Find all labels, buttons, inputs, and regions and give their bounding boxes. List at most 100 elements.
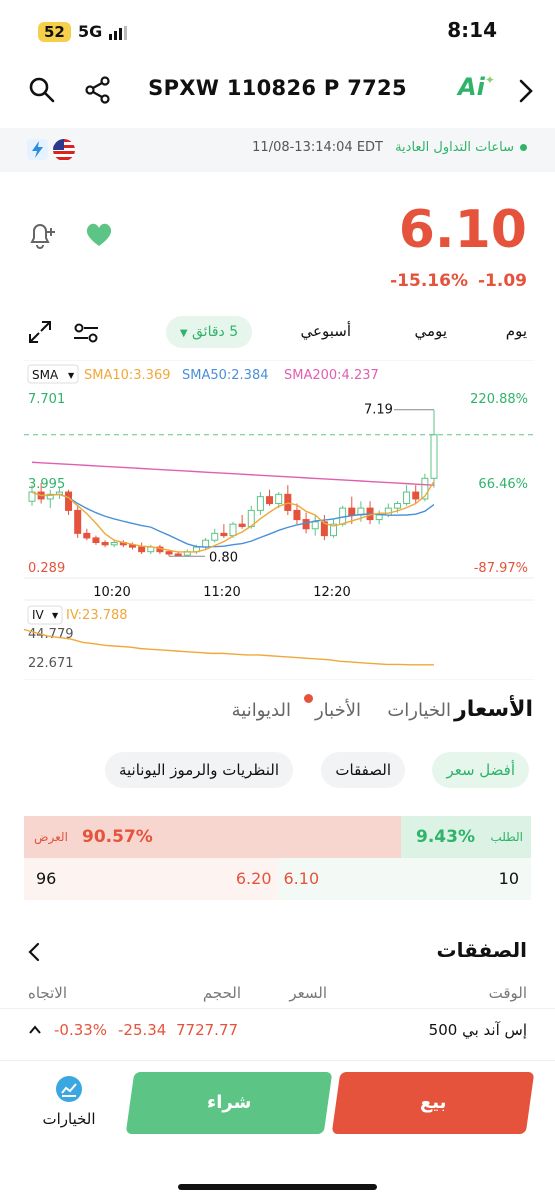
last-price: 6.10 xyxy=(398,200,527,260)
ticker-change: -25.34 xyxy=(118,1021,167,1039)
candles-group xyxy=(28,409,438,557)
iv-tick: 22.671 xyxy=(28,656,74,671)
chevron-up-icon[interactable] xyxy=(28,1025,42,1035)
order-book-bar: العرض 90.57% 9.43% الطلب xyxy=(24,816,531,858)
y-tick-right: 220.88% xyxy=(470,392,528,407)
sma-label: SMA xyxy=(32,368,59,382)
col-time: الوقت xyxy=(488,984,527,1002)
candle xyxy=(211,532,219,541)
bid-size: 10 xyxy=(498,869,519,888)
candle xyxy=(92,537,100,544)
ticker-name: إس آند بي 500 xyxy=(428,1021,527,1039)
add-alert-bell-icon[interactable] xyxy=(26,218,58,250)
chip-greeks[interactable]: النظريات والرموز اليونانية xyxy=(104,752,293,788)
ask-cell: 96 6.20 xyxy=(24,858,278,900)
sma10-value: SMA10:3.369 xyxy=(84,368,171,383)
change-pct: -15.16% xyxy=(390,271,468,291)
page-title: SPXW 110826 P 7725 xyxy=(148,76,407,100)
caret-down-icon: ▼ xyxy=(68,371,75,380)
clock: 8:14 xyxy=(447,18,497,42)
trades-section-title: الصفقات xyxy=(436,938,527,962)
fullscreen-icon[interactable] xyxy=(28,320,52,344)
session-dot xyxy=(520,144,527,151)
sma200-line xyxy=(31,461,435,486)
sell-button[interactable]: بيع xyxy=(331,1072,535,1134)
bid-bar: 9.43% الطلب xyxy=(401,816,531,858)
watchlist-heart-icon[interactable] xyxy=(84,220,114,248)
iv-label: IV xyxy=(32,608,45,622)
col-volume: الحجم xyxy=(202,984,241,1002)
candle xyxy=(348,507,356,516)
candle xyxy=(74,509,82,534)
tab-daily[interactable]: يومي xyxy=(415,322,447,340)
chart-settings-icon[interactable] xyxy=(72,320,100,346)
candle xyxy=(266,496,274,505)
chip-best-price[interactable]: أفضل سعر xyxy=(432,752,529,788)
iv-tick: 44.779 xyxy=(28,627,74,642)
index-ticker-row[interactable]: -0.33% -25.34 7727.77 إس آند بي 500 xyxy=(0,1008,555,1059)
tab-prices[interactable]: الأسعار xyxy=(454,697,533,722)
options-chart-icon xyxy=(56,1076,82,1102)
chevron-left-icon[interactable] xyxy=(26,942,42,962)
tab-day[interactable]: يوم xyxy=(506,322,527,340)
candle xyxy=(229,523,237,537)
options-label: الخيارات xyxy=(42,1110,96,1128)
ask-price[interactable]: 6.20 xyxy=(236,869,272,888)
col-price: السعر xyxy=(289,984,327,1002)
y-tick-right: 66.46% xyxy=(478,477,528,492)
tab-diwaniya[interactable]: الديوانية xyxy=(232,700,291,721)
ticker-change-pct: -0.33% xyxy=(54,1021,108,1039)
x-tick: 11:20 xyxy=(203,585,240,600)
candle xyxy=(165,551,173,555)
candle xyxy=(220,532,228,537)
candle xyxy=(393,503,401,509)
timeframe-dropdown[interactable]: 5 دقائق ▼ xyxy=(166,316,252,348)
candle xyxy=(275,493,283,505)
status-bar: 52 5G 8:14 xyxy=(0,0,555,60)
tab-options[interactable]: الخيارات xyxy=(387,700,451,721)
candle xyxy=(311,521,319,530)
ticker-value: 7727.77 xyxy=(176,1021,239,1039)
price-chart[interactable]: SMA ▼ SMA10:3.369 SMA50:2.384 SMA200:4.2… xyxy=(24,360,534,680)
network-type: 5G xyxy=(78,22,130,42)
candle xyxy=(101,542,109,546)
tab-weekly[interactable]: أسبوعي xyxy=(301,322,351,340)
caret-down-icon: ▼ xyxy=(52,611,59,620)
tab-news[interactable]: الأخبار xyxy=(315,700,361,721)
sma10-line xyxy=(31,481,435,553)
bid-price[interactable]: 6.10 xyxy=(284,869,320,888)
sma50-value: SMA50:2.384 xyxy=(182,368,269,383)
candle xyxy=(384,507,392,516)
buy-button[interactable]: شراء xyxy=(125,1072,333,1134)
ask-size: 96 xyxy=(36,869,57,888)
candle xyxy=(430,434,438,479)
lightning-icon xyxy=(27,139,48,160)
quote-timestamp: 11/08-13:14:04 EDT xyxy=(252,140,383,155)
caret-down-icon: ▼ xyxy=(179,328,188,339)
news-unread-dot xyxy=(304,694,313,703)
bid-label: الطلب xyxy=(490,830,523,844)
col-direction: الاتجاه xyxy=(28,984,68,1002)
svg-text:0.80: 0.80 xyxy=(209,550,238,565)
candle xyxy=(138,546,146,553)
candle xyxy=(403,491,411,505)
chip-trades[interactable]: الصفقات xyxy=(321,752,405,788)
y-tick-left: 0.289 xyxy=(28,561,65,576)
candle xyxy=(147,546,155,553)
x-tick: 10:20 xyxy=(93,585,130,600)
signal-icon xyxy=(108,25,127,40)
change-abs: -1.09 xyxy=(478,271,527,291)
iv-value: IV:23.788 xyxy=(66,608,128,623)
price-change: -15.16% -1.09 xyxy=(380,271,527,291)
x-tick: 12:20 xyxy=(313,585,350,600)
candle xyxy=(202,539,210,548)
order-book-row: 96 6.20 6.10 10 xyxy=(24,858,531,900)
battery-level: 52 xyxy=(38,22,71,42)
us-flag-icon xyxy=(53,139,75,161)
ask-bar: العرض 90.57% xyxy=(24,816,401,858)
candle xyxy=(238,523,246,527)
options-button[interactable]: الخيارات xyxy=(32,1076,106,1128)
ask-label: العرض xyxy=(34,830,68,844)
sma200-value: SMA200:4.237 xyxy=(284,368,379,383)
iv-line xyxy=(24,628,435,666)
